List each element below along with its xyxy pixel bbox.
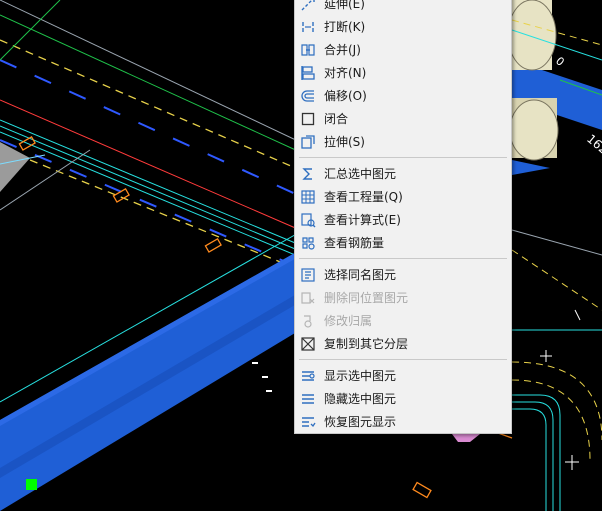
menu-item-delete-same-position: 删除同位置图元 xyxy=(295,286,511,309)
restore-display-icon xyxy=(302,416,316,427)
menu-item-restore-display[interactable]: 恢复图元显示 xyxy=(295,410,511,433)
delete-same-position-icon xyxy=(301,291,315,304)
view-rebar-icon xyxy=(302,236,315,250)
menu-item-label: 查看计算式(E) xyxy=(324,213,401,227)
extend-icon xyxy=(301,0,315,10)
menu-item-break[interactable]: 打断(K) xyxy=(295,15,511,38)
merge-icon xyxy=(301,43,315,56)
sum-icon xyxy=(302,167,312,180)
menu-item-sum[interactable]: 汇总选中图元 xyxy=(295,162,511,185)
align-icon xyxy=(301,65,315,80)
menu-item-label: 闭合 xyxy=(324,112,349,126)
menu-item-view-rebar[interactable]: 查看钢筋量 xyxy=(295,231,511,254)
menu-item-offset[interactable]: 偏移(O) xyxy=(295,84,511,107)
copy-layer-icon xyxy=(301,336,315,351)
menu-item-modify-ownership: 修改归属 xyxy=(295,309,511,332)
menu-item-label: 合并(J) xyxy=(324,43,361,57)
menu-item-label: 偏移(O) xyxy=(324,89,367,103)
view-formula-icon xyxy=(301,212,316,227)
menu-separator xyxy=(299,157,507,158)
modify-ownership-icon xyxy=(304,314,312,328)
menu-item-view-quantity[interactable]: 查看工程量(Q) xyxy=(295,185,511,208)
menu-item-show-selected[interactable]: 显示选中图元 xyxy=(295,364,511,387)
stretch-icon xyxy=(301,134,315,149)
menu-item-label: 打断(K) xyxy=(324,20,366,34)
menu-item-label: 恢复图元显示 xyxy=(324,415,397,429)
menu-item-label: 汇总选中图元 xyxy=(324,167,397,181)
menu-item-label: 显示选中图元 xyxy=(324,369,397,383)
view-quantity-icon xyxy=(301,189,315,204)
hide-selected-icon xyxy=(302,393,314,404)
menu-item-hide-selected[interactable]: 隐藏选中图元 xyxy=(295,387,511,410)
break-icon xyxy=(302,21,314,32)
menu-item-close-shape[interactable]: 闭合 xyxy=(295,107,511,130)
menu-item-label: 选择同名图元 xyxy=(324,268,397,282)
menu-item-label: 查看钢筋量 xyxy=(324,236,385,250)
menu-item-label: 修改归属 xyxy=(324,314,373,328)
menu-item-extend[interactable]: 延伸(E) xyxy=(295,0,511,15)
menu-separator xyxy=(299,359,507,360)
menu-item-copy-layer[interactable]: 复制到其它分层 xyxy=(295,332,511,355)
menu-item-merge[interactable]: 合并(J) xyxy=(295,38,511,61)
show-selected-icon xyxy=(302,370,315,381)
menu-item-label: 查看工程量(Q) xyxy=(324,190,403,204)
menu-item-align[interactable]: 对齐(N) xyxy=(295,61,511,84)
menu-item-select-same-name[interactable]: 选择同名图元 xyxy=(295,263,511,286)
menu-item-label: 复制到其它分层 xyxy=(324,337,409,351)
menu-item-label: 延伸(E) xyxy=(324,0,365,11)
close-shape-icon xyxy=(301,112,315,125)
menu-item-label: 拉伸(S) xyxy=(324,135,365,149)
menu-item-stretch[interactable]: 拉伸(S) xyxy=(295,130,511,153)
green-marker xyxy=(26,479,37,490)
menu-item-view-formula[interactable]: 查看计算式(E) xyxy=(295,208,511,231)
select-same-name-icon xyxy=(301,267,315,282)
menu-item-label: 对齐(N) xyxy=(324,66,367,80)
menu-separator xyxy=(299,258,507,259)
menu-item-label: 删除同位置图元 xyxy=(324,291,409,305)
menu-item-label: 隐藏选中图元 xyxy=(324,392,397,406)
context-menu: 延伸(E) 打断(K) 合并(J) 对齐(N) 偏移(O) 闭合拉伸(S) 汇总选中图元 查看… xyxy=(294,0,512,434)
offset-icon xyxy=(301,89,314,102)
